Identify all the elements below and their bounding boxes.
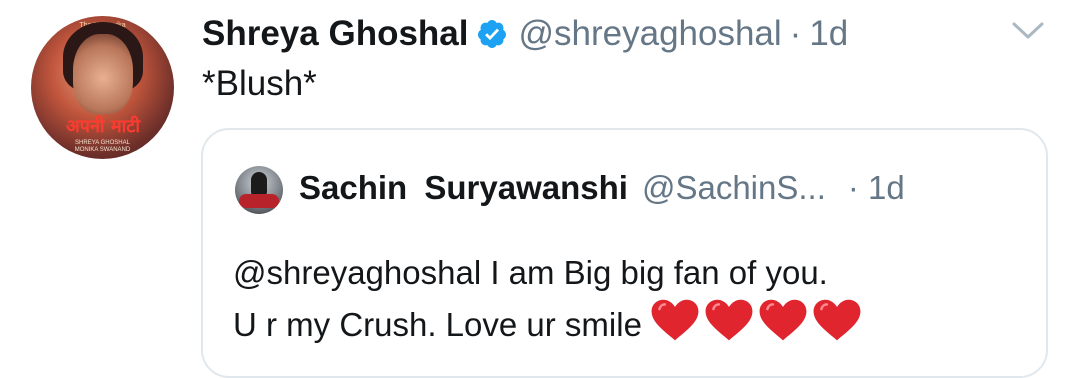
red-heart-icon: [651, 299, 699, 341]
author-handle[interactable]: @shreyaghoshal: [518, 14, 781, 54]
quoted-tweet-header: Sachin Suryawanshi @SachinS... · 1d: [299, 164, 905, 212]
avatar-credit-line-1: SHREYA GHOSHAL: [75, 140, 130, 146]
tweet-header: Shreya Ghoshal @shreyaghoshal · 1d: [202, 12, 848, 56]
avatar-face-shape: [73, 34, 133, 114]
quoted-author-handle[interactable]: @SachinS...: [642, 169, 826, 207]
author-avatar[interactable]: The "1" Nayika अपनी माटी SHREYA GHOSHAL …: [31, 16, 174, 159]
quoted-text-line-2-text: U r my Crush. Love ur smile: [233, 306, 642, 343]
quoted-tweet-text: @shreyaghoshal I am Big big fan of you. …: [233, 248, 1033, 350]
quoted-author-name[interactable]: Sachin Suryawanshi: [299, 169, 628, 207]
quoted-tweet[interactable]: Sachin Suryawanshi @SachinS... · 1d @shr…: [201, 128, 1048, 378]
quoted-separator: ·: [847, 169, 859, 206]
quoted-time: 1d: [868, 169, 905, 206]
red-heart-icon: [813, 299, 861, 341]
tweet-text: *Blush*: [202, 64, 317, 103]
quoted-text-line-2: U r my Crush. Love ur smile: [233, 298, 1033, 350]
tweet-timestamp[interactable]: 1d: [809, 14, 848, 54]
hearts-row: [650, 298, 866, 342]
chevron-down-icon[interactable]: [1010, 20, 1046, 42]
verified-badge-icon: [478, 20, 507, 48]
author-name[interactable]: Shreya Ghoshal: [202, 14, 468, 54]
red-heart-icon: [759, 299, 807, 341]
quoted-author-avatar[interactable]: [235, 166, 283, 214]
avatar-credit: SHREYA GHOSHAL MONIKA SWANAND: [31, 140, 174, 154]
avatar-bike-shape: [239, 194, 279, 208]
quoted-timestamp[interactable]: · 1d: [848, 169, 905, 207]
avatar-credit-line-2: MONIKA SWANAND: [74, 147, 131, 153]
avatar-rider-shape: [251, 172, 267, 196]
red-heart-icon: [705, 299, 753, 341]
header-separator: ·: [789, 14, 802, 53]
quoted-text-line-1: @shreyaghoshal I am Big big fan of you.: [233, 254, 828, 291]
avatar-script-text: अपनी माटी: [65, 116, 141, 137]
